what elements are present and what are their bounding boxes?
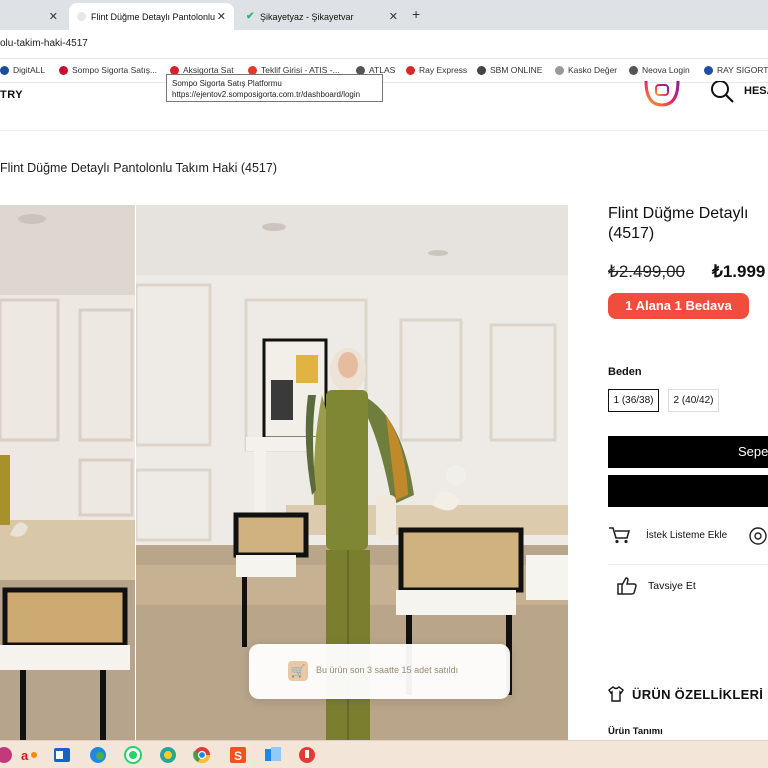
sales-notification-text: Bu ürün son 3 saatte 15 adet satıldı	[316, 665, 459, 675]
edge-app-icon[interactable]	[0, 745, 14, 765]
room-illustration	[0, 205, 135, 740]
browser-tab-bar: ✕ Flint Düğme Detaylı Pantolonlu ✕ ✔ Şik…	[0, 0, 768, 30]
bookmark-tooltip: Sompo Sigorta Satış Platformu https://ej…	[166, 74, 383, 102]
close-tab-icon[interactable]: ✕	[217, 10, 226, 23]
favicon-icon	[77, 12, 86, 21]
page-title: Flint Düğme Detaylı Pantolonlu Takım Hak…	[0, 161, 277, 175]
svg-text:S: S	[234, 749, 242, 763]
bookmark-label: SBM ONLINE	[490, 65, 543, 75]
bookmark-icon	[704, 65, 713, 75]
product-title: Flint Düğme Detaylı (4517)	[608, 205, 749, 242]
share-icon[interactable]	[748, 526, 768, 546]
outlook-icon[interactable]	[52, 745, 72, 765]
close-tab-icon[interactable]: ✕	[49, 10, 58, 23]
features-label: ÜRÜN ÖZELLİKLERİ	[632, 686, 764, 702]
bookmark-label: Neova Login	[642, 65, 690, 75]
close-tab-icon[interactable]: ✕	[389, 10, 398, 23]
tooltip-url: https://ejentov2.somposigorta.com.tr/das…	[172, 90, 361, 99]
bookmark-neova[interactable]: Neova Login	[629, 65, 690, 75]
tab-product[interactable]: Flint Düğme Detaylı Pantolonlu ✕	[69, 3, 234, 30]
bookmark-ray-express[interactable]: Ray Express	[406, 65, 467, 75]
bookmark-label: RAY SIGORTA	[717, 65, 768, 75]
bookmark-icon	[629, 65, 638, 75]
svg-text:a: a	[21, 748, 29, 763]
bookmark-ray-sigorta[interactable]: RAY SIGORTA	[704, 65, 768, 75]
new-price: ₺1.999	[712, 262, 766, 281]
bookmark-icon	[0, 65, 9, 75]
sikayetvar-favicon-icon: ✔	[246, 11, 255, 22]
wishlist-button[interactable]: İstek Listeme Ekle	[608, 524, 727, 546]
tab-sikayetvar[interactable]: ✔ Şikayetyaz - Şikayetvar ✕	[238, 3, 406, 30]
site-header: TRY HESA	[0, 80, 768, 131]
bookmark-label: DigitALL	[13, 65, 46, 75]
add-to-cart-button[interactable]: Sepe	[608, 436, 768, 468]
bookmark-label: Sompo Sigorta Satış...	[72, 65, 158, 75]
new-tab-plus-icon[interactable]: +	[412, 6, 420, 22]
old-price: ₺2.499,00	[608, 262, 685, 281]
app-s-icon[interactable]: S	[228, 745, 248, 765]
size-label: Beden	[608, 366, 642, 378]
promo-badge: 1 Alana 1 Bedava	[608, 293, 749, 319]
instagram-icon[interactable]	[644, 79, 680, 107]
brand-logo-text[interactable]: TRY	[0, 89, 23, 101]
bookmark-label: Kasko Değer	[568, 65, 618, 75]
recommend-label: Tavsiye Et	[648, 580, 696, 592]
bookmark-sbm-online[interactable]: SBM ONLINE	[477, 65, 542, 75]
tab-title: Flint Düğme Detaylı Pantolonlu	[91, 11, 216, 22]
product-description-heading: Ürün Tanımı	[608, 726, 663, 737]
bookmark-icon	[59, 65, 68, 75]
whatsapp-icon[interactable]	[123, 745, 143, 765]
bookmark-icon	[477, 65, 486, 75]
app-red-icon[interactable]	[297, 745, 317, 765]
tab-title: Şikayetyaz - Şikayetvar	[260, 11, 354, 22]
sales-notification: 🛒 Bu ürün son 3 saatte 15 adet satıldı	[249, 644, 510, 699]
recommend-button[interactable]: Tavsiye Et	[616, 575, 696, 597]
size-option-2[interactable]: 2 (40/42)	[668, 389, 719, 412]
search-icon[interactable]	[710, 81, 736, 107]
account-link[interactable]: HESA	[744, 85, 768, 97]
chrome-icon[interactable]	[192, 745, 212, 765]
bookmark-icon	[406, 65, 415, 75]
bookmark-sompo[interactable]: Sompo Sigorta Satış...	[59, 65, 157, 75]
tooltip-title: Sompo Sigorta Satış Platformu	[172, 79, 282, 88]
browser-icon[interactable]	[158, 745, 178, 765]
shirt-icon	[608, 686, 624, 702]
bookmark-kasko-deger[interactable]: Kasko Değer	[555, 65, 617, 75]
tab-previous[interactable]: ✕	[0, 3, 66, 30]
opera-icon[interactable]: a	[20, 745, 40, 765]
address-bar[interactable]: olu-takim-haki-4517	[0, 30, 768, 59]
edge-icon[interactable]	[88, 745, 108, 765]
product-photo-left[interactable]	[0, 205, 135, 740]
basket-icon: 🛒	[288, 661, 308, 681]
bookmark-icon	[555, 65, 564, 75]
divider	[608, 564, 768, 565]
buy-now-button[interactable]	[608, 475, 768, 507]
bookmark-digitall[interactable]: DigitALL	[0, 65, 45, 75]
thumbs-up-icon	[617, 577, 637, 595]
size-option-1[interactable]: 1 (36/38)	[608, 389, 659, 412]
office-icon[interactable]	[263, 745, 283, 765]
windows-taskbar: a S	[0, 740, 768, 768]
wishlist-label: İstek Listeme Ekle	[646, 529, 728, 541]
cart-icon	[609, 527, 630, 544]
bookmark-label: Ray Express	[419, 65, 468, 75]
product-features-heading[interactable]: ÜRÜN ÖZELLİKLERİ	[608, 686, 763, 702]
url-text[interactable]: olu-takim-haki-4517	[0, 38, 88, 49]
